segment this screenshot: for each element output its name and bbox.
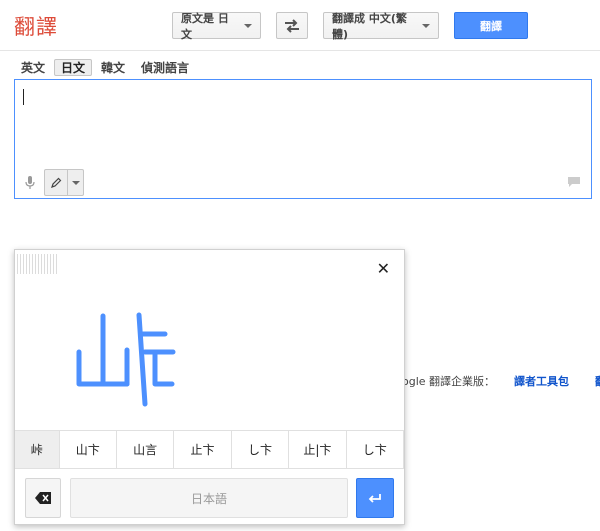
target-language-dropdown[interactable]: 翻譯成 中文(繁體)	[323, 11, 439, 41]
candidate-item[interactable]: し卞	[347, 431, 404, 468]
candidate-item[interactable]: 止卞	[174, 431, 232, 468]
microphone-icon[interactable]	[25, 176, 35, 190]
handwriting-input-button[interactable]	[44, 169, 84, 196]
chevron-down-icon	[71, 180, 80, 185]
language-key[interactable]: 日本語	[70, 478, 348, 518]
handwriting-canvas[interactable]	[15, 280, 404, 430]
source-language-label: 原文是 日文	[181, 11, 229, 41]
swap-languages-button[interactable]	[276, 12, 308, 39]
tab-japanese[interactable]: 日文	[54, 59, 93, 76]
enterprise-promo-text: ogle 翻譯企業版：	[402, 375, 496, 388]
translate-button[interactable]: 翻譯	[454, 12, 528, 39]
source-text-input[interactable]	[14, 79, 592, 199]
text-cursor	[23, 89, 24, 105]
feedback-icon[interactable]	[567, 176, 581, 188]
candidate-item[interactable]: し卞	[232, 431, 290, 468]
cut-off-link[interactable]: 翻	[595, 373, 600, 389]
close-button[interactable]: ✕	[377, 261, 390, 277]
handwriting-controls: 日本語	[15, 478, 404, 518]
handwriting-panel: ✕ 峠 山卞 山言 止卞 し卞 止|卞 し卞 日本語	[14, 249, 405, 525]
translator-toolkit-link[interactable]: 譯者工具包	[514, 373, 569, 389]
header-divider	[0, 50, 600, 51]
candidate-bar: 峠 山卞 山言 止卞 し卞 止|卞 し卞	[15, 430, 404, 469]
candidate-item[interactable]: 峠	[15, 431, 60, 468]
target-language-label: 翻譯成 中文(繁體)	[332, 11, 407, 41]
backspace-button[interactable]	[25, 478, 61, 518]
app-logo[interactable]: 翻譯	[14, 11, 58, 41]
swap-icon	[285, 18, 299, 33]
drag-handle[interactable]	[17, 254, 57, 274]
source-language-tabs: 英文 日文 韓文 偵測語言	[14, 59, 196, 76]
enter-button[interactable]	[356, 478, 394, 518]
input-tools-dropdown[interactable]	[68, 180, 83, 185]
tab-korean[interactable]: 韓文	[94, 59, 132, 76]
chevron-down-icon	[422, 23, 430, 28]
candidate-item[interactable]: 山卞	[60, 431, 117, 468]
chevron-down-icon	[244, 23, 252, 28]
enter-icon	[368, 494, 381, 503]
pencil-icon	[51, 177, 62, 188]
candidate-item[interactable]: 止|卞	[289, 431, 347, 468]
tab-detect-language[interactable]: 偵測語言	[134, 59, 196, 76]
candidate-item[interactable]: 山言	[117, 431, 175, 468]
source-language-dropdown[interactable]: 原文是 日文	[172, 11, 261, 41]
backspace-icon	[35, 492, 51, 504]
tab-english[interactable]: 英文	[14, 59, 52, 76]
